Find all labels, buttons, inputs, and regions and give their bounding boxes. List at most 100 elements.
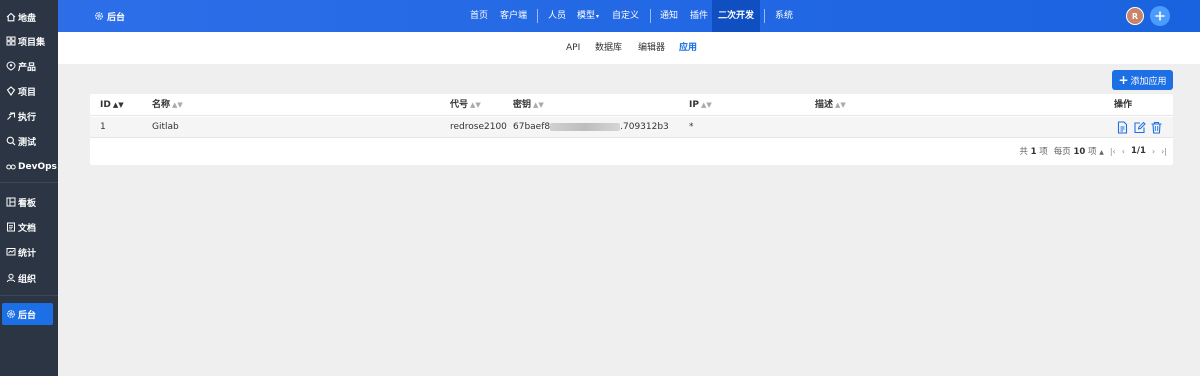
column-header-ip[interactable]: IP ▲▼ [689, 94, 712, 116]
sidebar-item-label: 统计 [18, 248, 37, 259]
sidebar-item-label: 看板 [18, 198, 37, 209]
column-header-id[interactable]: ID ▲▼ [100, 94, 124, 116]
project-icon [6, 86, 16, 96]
stats-icon [6, 248, 16, 256]
last-page-icon[interactable]: ›| [1161, 147, 1167, 156]
sidebar-item-label: DevOps [18, 162, 57, 172]
page-indicator: 1/1 [1130, 146, 1146, 156]
column-label: 密钥 [513, 100, 532, 110]
column-header-actions: 操作 [1114, 100, 1133, 110]
sidebar-divider [0, 295, 58, 296]
sidebar-item-product[interactable]: 产品 [2, 55, 53, 77]
total-suffix: 项 [1039, 147, 1048, 157]
nav-separator [764, 9, 765, 23]
column-header-key[interactable]: 密钥 ▲▼ [513, 94, 544, 116]
sub-nav: API 数据库 编辑器 应用 [58, 32, 1200, 64]
column-header-name[interactable]: 名称 ▲▼ [152, 94, 183, 116]
prev-page-icon[interactable]: ‹ [1122, 147, 1125, 156]
sidebar-item-test[interactable]: 测试 [2, 130, 53, 152]
quick-create-button[interactable] [1150, 6, 1170, 26]
nav-model[interactable]: 模型▾ [577, 0, 599, 32]
redacted-blur [550, 122, 621, 131]
view-icon[interactable] [1116, 121, 1129, 134]
nav-separator [537, 9, 538, 23]
sidebar-item-label: 地盘 [18, 13, 37, 24]
plus-icon: + [1118, 73, 1129, 87]
nav-separator [650, 9, 651, 23]
tab-database[interactable]: 数据库 [595, 32, 622, 64]
kanban-icon [6, 197, 16, 207]
home-icon [6, 12, 16, 22]
devops-icon [6, 164, 16, 170]
sidebar-item-label: 执行 [18, 112, 37, 123]
delete-icon[interactable] [1150, 121, 1163, 134]
plus-icon [1155, 11, 1165, 21]
sort-icon: ▲▼ [470, 101, 481, 109]
add-app-button[interactable]: + 添加应用 [1112, 70, 1173, 90]
sidebar-item-execution[interactable]: 执行 [2, 105, 53, 127]
cell-key: 67baef8 .709312b3 [513, 117, 669, 138]
per-page-select[interactable]: 每页 10 项 ▲ [1054, 145, 1104, 157]
caret-icon: ▲ [1099, 149, 1104, 156]
sidebar-item-devops[interactable]: DevOps [2, 156, 57, 178]
chevron-down-icon: ▾ [596, 13, 600, 20]
nav-custom[interactable]: 自定义 [612, 0, 639, 32]
nav-model-label: 模型 [577, 11, 596, 21]
per-page-number: 10 [1073, 147, 1086, 157]
column-label: ID [100, 100, 111, 110]
sidebar-item-label: 文档 [18, 223, 37, 234]
tab-editor[interactable]: 编辑器 [638, 32, 665, 64]
tab-app[interactable]: 应用 [679, 32, 697, 64]
sidebar-item-kanban[interactable]: 看板 [2, 191, 53, 213]
column-label: 名称 [152, 100, 171, 110]
column-label: 描述 [815, 100, 834, 110]
sidebar-item-label: 组织 [18, 274, 37, 285]
sidebar-item-admin[interactable]: 后台 [2, 303, 53, 325]
column-header-desc[interactable]: 描述 ▲▼ [815, 94, 846, 116]
key-suffix: .709312b3 [620, 122, 669, 132]
row-actions [1116, 121, 1163, 134]
sidebar: 地盘 项目集 产品 项目 执行 测试 DevOps 看板 文档 统计 组织 后台 [0, 0, 58, 376]
nav-system[interactable]: 系统 [775, 0, 793, 32]
avatar[interactable]: R [1126, 7, 1144, 25]
nav-plugin[interactable]: 插件 [690, 0, 708, 32]
sidebar-item-label: 项目 [18, 87, 37, 98]
org-icon [6, 273, 16, 283]
nav-home[interactable]: 首页 [470, 0, 488, 32]
total-count: 共 1 项 [1019, 145, 1047, 157]
sort-icon: ▲▼ [172, 101, 183, 109]
sidebar-item-doc[interactable]: 文档 [2, 216, 53, 238]
tab-api[interactable]: API [566, 32, 580, 64]
cell-id: 1 [100, 122, 106, 132]
product-icon [6, 61, 16, 71]
main-nav: 首页 客户端 人员 模型▾ 自定义 通知 插件 二次开发 系统 [58, 0, 1200, 32]
nav-notify[interactable]: 通知 [660, 0, 678, 32]
program-icon [6, 36, 16, 46]
app-table-card: ID ▲▼ 名称 ▲▼ 代号 ▲▼ 密钥 ▲▼ IP ▲▼ 描述 ▲▼ 操作 1 Gitla… [90, 94, 1173, 165]
column-header-code[interactable]: 代号 ▲▼ [450, 94, 481, 116]
table-row[interactable]: 1 Gitlab redrose2100 67baef8 .709312b3 * [90, 117, 1173, 138]
add-app-label: 添加应用 [1130, 76, 1167, 87]
first-page-icon[interactable]: |‹ [1110, 147, 1116, 156]
nav-people[interactable]: 人员 [548, 0, 566, 32]
sort-icon: ▲▼ [112, 101, 124, 109]
pagination: 共 1 项 每页 10 项 ▲ |‹ ‹ 1/1 › ›| [1019, 144, 1167, 158]
total-number: 1 [1030, 147, 1037, 157]
column-label: 代号 [450, 100, 469, 110]
sidebar-item-org[interactable]: 组织 [2, 267, 53, 289]
edit-icon[interactable] [1133, 121, 1146, 134]
sidebar-item-home[interactable]: 地盘 [2, 6, 53, 28]
key-prefix: 67baef8 [513, 122, 551, 132]
sort-icon: ▲▼ [835, 101, 846, 109]
top-navbar: 后台 首页 客户端 人员 模型▾ 自定义 通知 插件 二次开发 系统 R [58, 0, 1200, 32]
cell-name: Gitlab [152, 122, 179, 132]
sidebar-item-project[interactable]: 项目 [2, 80, 53, 102]
nav-client[interactable]: 客户端 [500, 0, 527, 32]
doc-icon [7, 222, 15, 232]
nav-secondary-dev[interactable]: 二次开发 [712, 0, 761, 32]
next-page-icon[interactable]: › [1152, 147, 1155, 156]
sidebar-item-program[interactable]: 项目集 [2, 30, 53, 52]
sidebar-item-label: 后台 [18, 310, 37, 321]
sidebar-item-label: 测试 [18, 137, 37, 148]
sidebar-item-stats[interactable]: 统计 [2, 241, 53, 263]
